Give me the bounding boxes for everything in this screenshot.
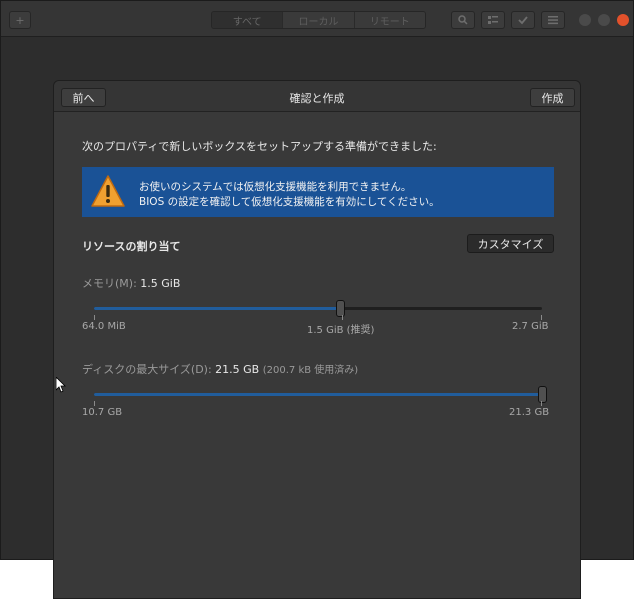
- resources-heading: リソースの割り当て: [82, 240, 181, 253]
- tab-remote[interactable]: リモート: [354, 12, 425, 28]
- memory-min-label: 64.0 MiB: [82, 321, 126, 332]
- memory-max-label: 2.7 GiB: [512, 321, 549, 332]
- list-icon: [488, 16, 498, 24]
- disk-slider-handle[interactable]: [538, 386, 547, 403]
- memory-slider-fill: [94, 307, 341, 310]
- warning-line-1: お使いのシステムでは仮想化支援機能を利用できません。: [139, 181, 412, 193]
- mouse-pointer-icon: [56, 377, 66, 393]
- memory-slider[interactable]: [94, 300, 542, 317]
- review-create-dialog: 前へ 確認と作成 作成: [53, 80, 581, 599]
- plus-icon: +: [15, 13, 25, 27]
- warning-line-2: BIOS の設定を確認して仮想化支援機能を有効にしてください。: [139, 196, 440, 208]
- memory-tick-min: [94, 315, 95, 320]
- disk-slider-fill: [94, 393, 542, 396]
- disk-min-label: 10.7 GB: [82, 407, 123, 418]
- close-button[interactable]: [617, 14, 629, 26]
- disk-row: ディスクの最大サイズ(D): 21.5 GB (200.7 kB 使用済み): [82, 361, 358, 377]
- warning-banner: お使いのシステムでは仮想化支援機能を利用できません。 BIOS の設定を確認して…: [82, 167, 554, 217]
- memory-recommended-label: 1.5 GiB (推奨): [307, 325, 375, 336]
- intro-text: 次のプロパティで新しいボックスをセットアップする準備ができました:: [82, 140, 437, 153]
- warning-icon: [91, 175, 125, 207]
- memory-tick-max: [541, 315, 542, 320]
- maximize-button[interactable]: [598, 14, 610, 26]
- main-header-bar: + すべて ローカル リモート: [1, 1, 633, 37]
- select-button[interactable]: [511, 11, 535, 29]
- tab-local[interactable]: ローカル: [283, 12, 355, 28]
- search-icon: [458, 15, 468, 25]
- disk-tick-min: [94, 401, 95, 406]
- view-switcher: すべて ローカル リモート: [211, 11, 426, 29]
- disk-used: (200.7 kB 使用済み): [262, 365, 359, 376]
- disk-tick-max: [541, 401, 542, 406]
- memory-tick-recommended: [342, 315, 343, 320]
- menu-button[interactable]: [541, 11, 565, 29]
- dialog-title: 確認と作成: [289, 92, 345, 105]
- check-icon: [518, 16, 528, 25]
- search-button[interactable]: [451, 11, 475, 29]
- memory-row: メモリ(M): 1.5 GiB: [82, 275, 180, 291]
- memory-value: 1.5 GiB: [140, 277, 181, 290]
- hamburger-icon: [548, 16, 558, 25]
- disk-label: ディスクの最大サイズ(D):: [82, 363, 212, 376]
- disk-slider[interactable]: [94, 386, 547, 403]
- add-box-button[interactable]: +: [9, 11, 31, 29]
- tab-all[interactable]: すべて: [212, 12, 284, 28]
- dialog-header: 前へ 確認と作成 作成: [54, 81, 580, 112]
- memory-label: メモリ(M):: [82, 277, 137, 290]
- create-button[interactable]: 作成: [530, 88, 575, 107]
- customize-button[interactable]: カスタマイズ: [467, 234, 554, 253]
- disk-value: 21.5 GB: [215, 363, 260, 376]
- minimize-button[interactable]: [579, 14, 591, 26]
- list-view-button[interactable]: [481, 11, 505, 29]
- memory-slider-handle[interactable]: [336, 300, 346, 317]
- disk-max-label: 21.3 GB: [509, 407, 550, 418]
